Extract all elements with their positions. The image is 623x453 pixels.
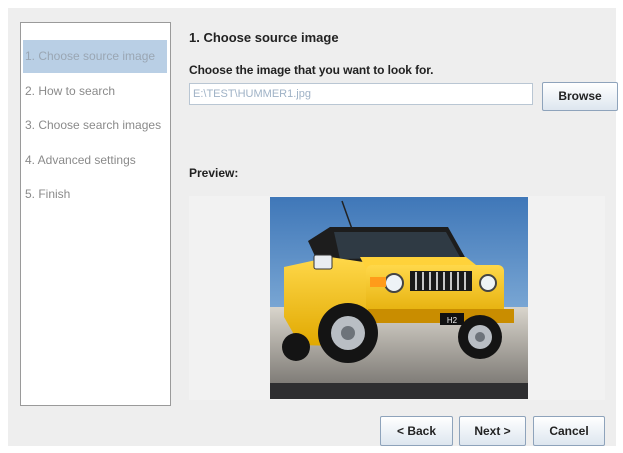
page-title: 1. Choose source image	[189, 30, 339, 45]
source-image-path-field[interactable]: E:\TEST\HUMMER1.jpg	[189, 83, 533, 105]
step-advanced-settings[interactable]: 4. Advanced settings	[23, 144, 167, 177]
preview-label: Preview:	[189, 166, 239, 180]
yellow-suv-photo: H2	[270, 197, 528, 399]
back-button[interactable]: < Back	[380, 416, 453, 446]
step-choose-source-image[interactable]: 1. Choose source image	[23, 40, 167, 73]
wizard-dialog: 1. Choose source image 2. How to search …	[8, 8, 618, 446]
step-finish[interactable]: 5. Finish	[23, 178, 167, 211]
step-choose-search-images[interactable]: 3. Choose search images	[23, 109, 167, 142]
step-how-to-search[interactable]: 2. How to search	[23, 75, 167, 108]
preview-area: H2	[189, 196, 605, 400]
svg-text:H2: H2	[447, 316, 458, 325]
browse-button[interactable]: Browse	[542, 82, 618, 111]
steps-panel: 1. Choose source image 2. How to search …	[20, 22, 171, 406]
instruction-label: Choose the image that you want to look f…	[189, 63, 434, 77]
cancel-button[interactable]: Cancel	[533, 416, 605, 446]
next-button[interactable]: Next >	[459, 416, 526, 446]
step-content: 1. Choose source image Choose the image …	[189, 8, 618, 446]
